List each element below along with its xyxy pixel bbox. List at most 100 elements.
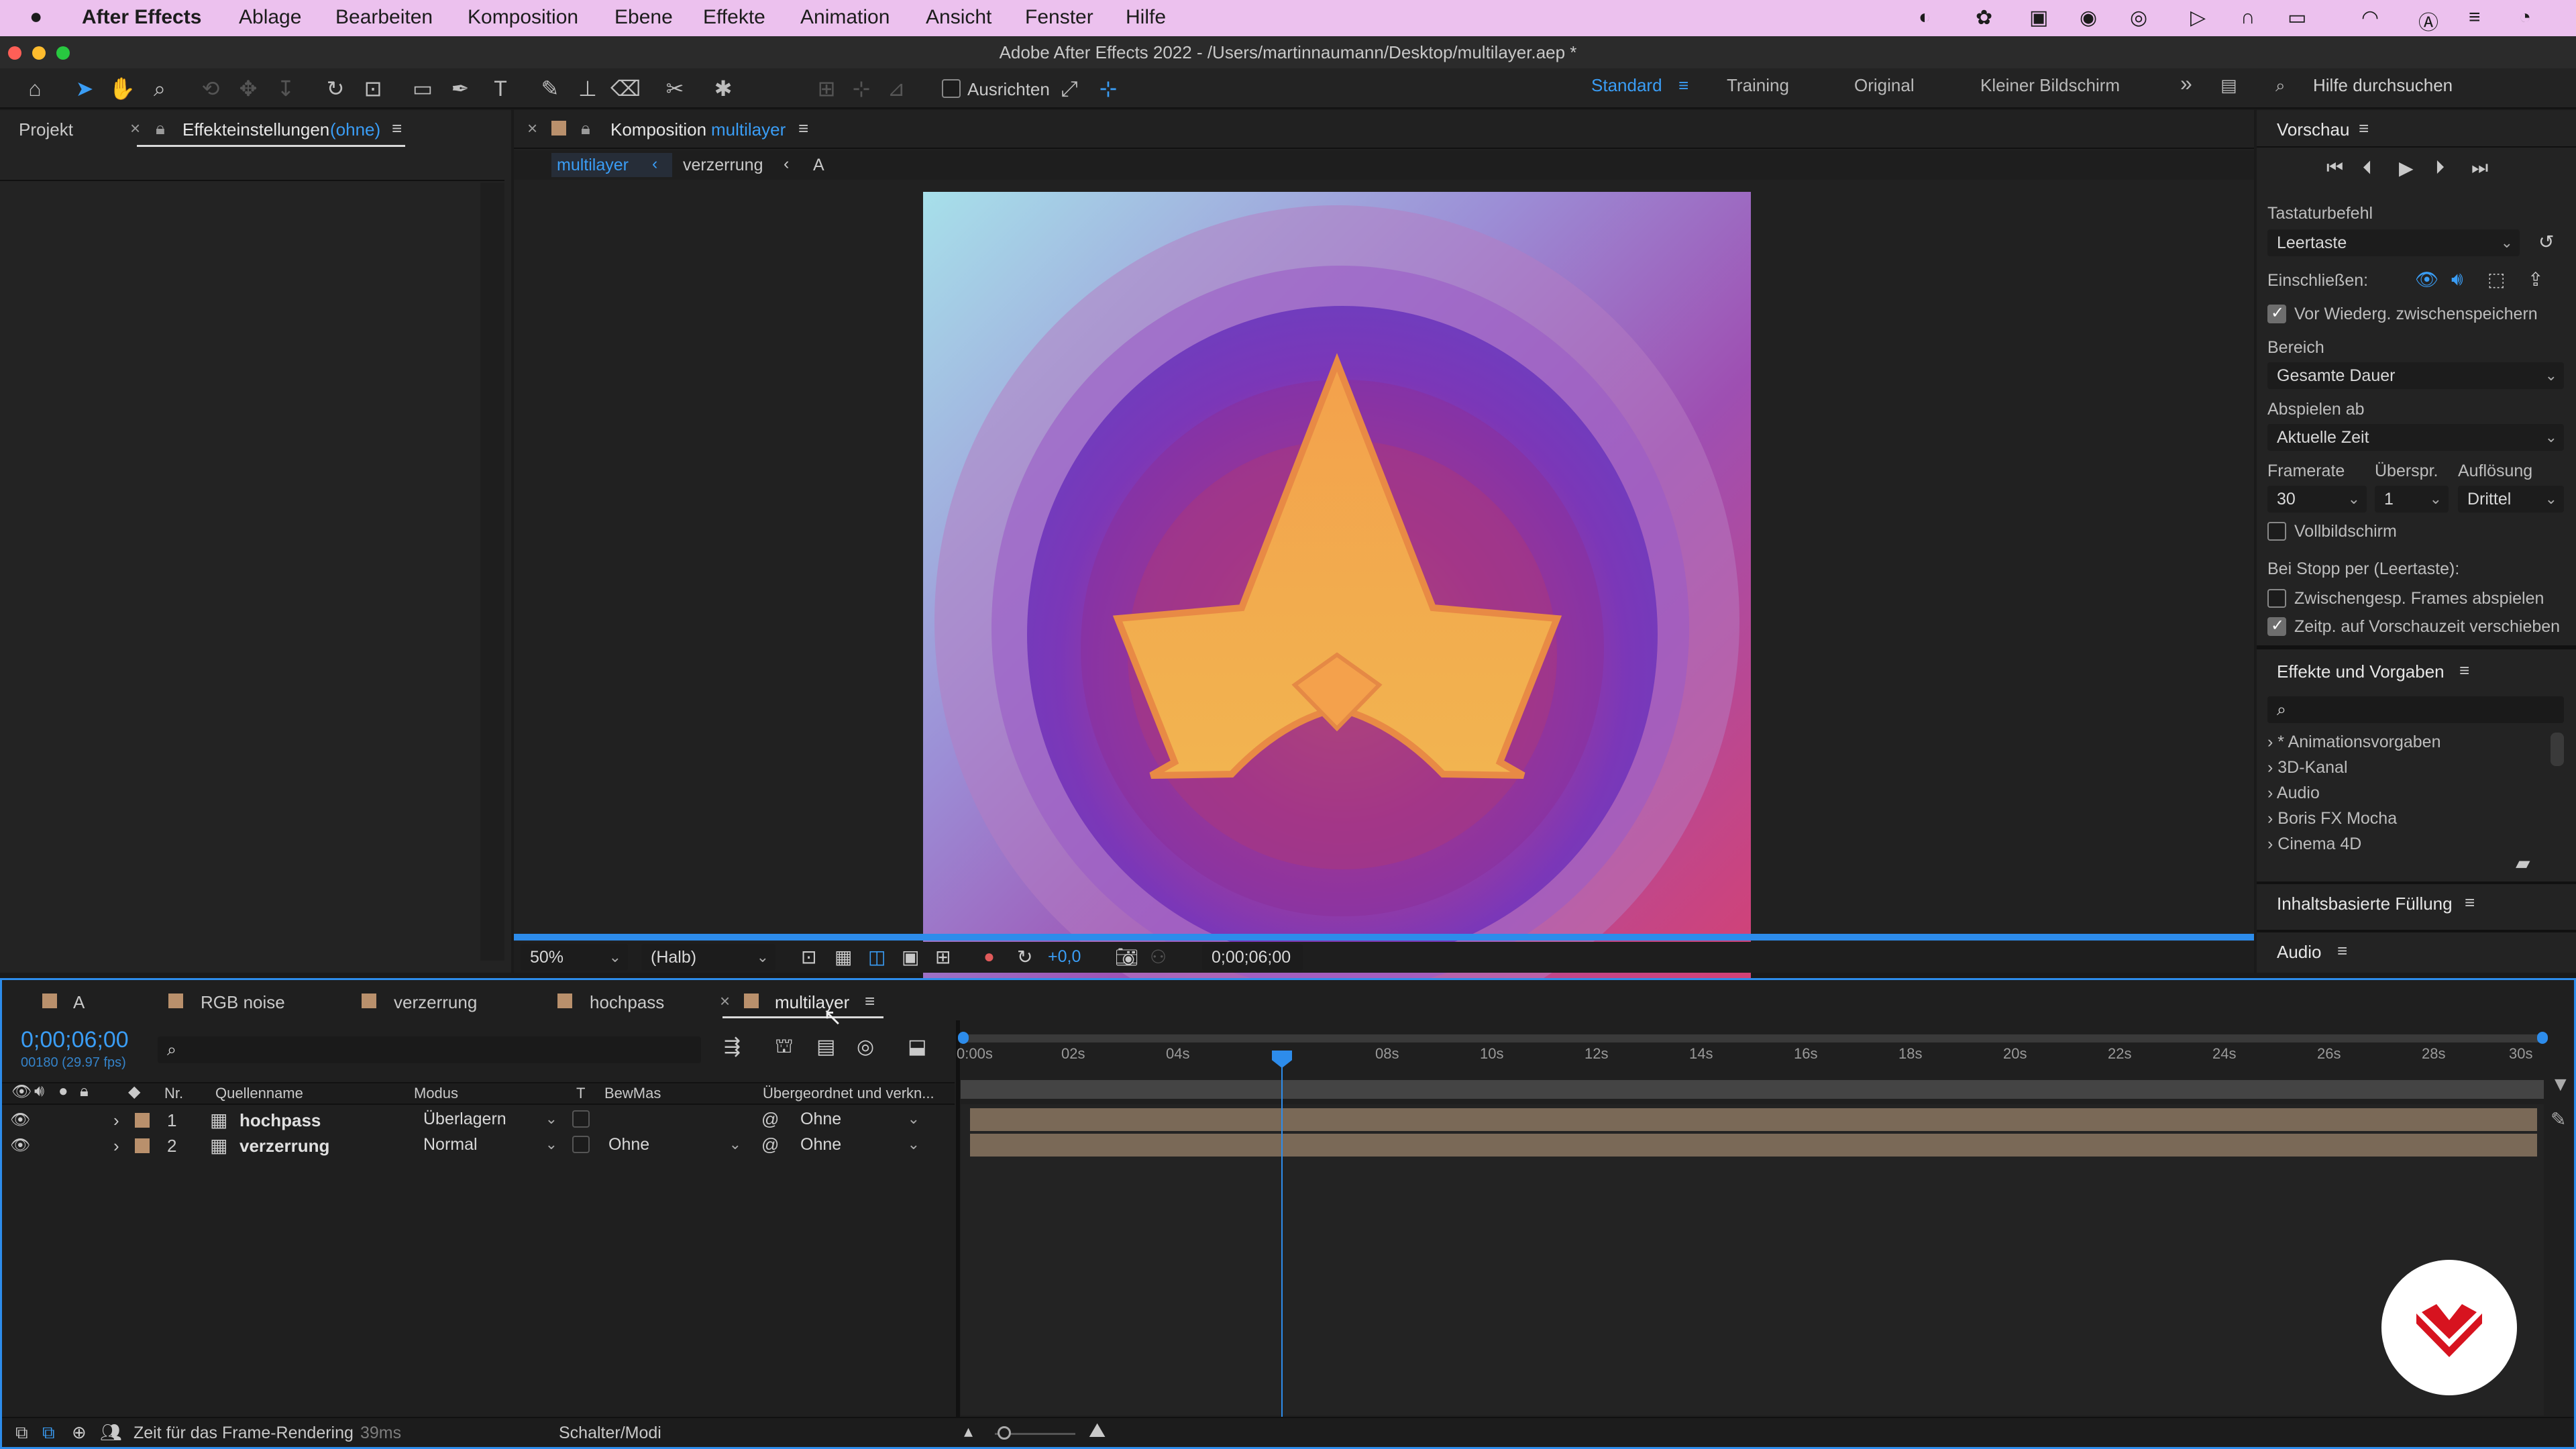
visibility-eye-icon[interactable]: 👁︎ <box>10 1136 30 1155</box>
resolution-preview-dropdown[interactable]: Drittel ⌄ <box>2458 486 2564 513</box>
work-area-end-handle[interactable] <box>2537 1032 2548 1044</box>
previous-frame-icon[interactable]: ⏴ <box>2363 157 2372 179</box>
reset-shortcut-icon[interactable]: ↺ <box>2538 231 2554 253</box>
panel-layout-icon[interactable]: ▤ <box>2220 75 2237 96</box>
workspace-training[interactable]: Training <box>1727 75 1789 96</box>
hand-tool-icon[interactable]: ✋ <box>107 74 137 103</box>
shortcut-dropdown[interactable]: Leertaste ⌄ <box>2267 229 2520 256</box>
apple-icon[interactable]: ● <box>30 4 42 29</box>
lock-icon[interactable]: 🔒︎ <box>156 118 165 140</box>
menu-item-ebene[interactable]: Ebene <box>614 6 673 29</box>
audio-panel-title[interactable]: Audio <box>2277 942 2322 963</box>
comp-tab-name[interactable]: multilayer <box>711 119 786 140</box>
layer-label-swatch[interactable] <box>135 1113 150 1128</box>
preview-panel-menu-icon[interactable]: ≡ <box>2359 118 2369 139</box>
table-row[interactable]: 👁︎ › 1 ▦ hochpass Überlagern ⌄ @ Ohne ⌄ <box>2 1108 961 1133</box>
align-checkbox[interactable] <box>942 79 961 98</box>
include-video-icon[interactable]: 👁︎ <box>2415 268 2439 290</box>
zoom-tool-icon[interactable]: ⌕ <box>145 74 174 103</box>
breadcrumb-multilayer[interactable]: multilayer <box>557 156 629 175</box>
snap-icon[interactable]: ⤢ <box>1055 74 1084 103</box>
audio-panel-menu-icon[interactable]: ≡ <box>2337 941 2347 961</box>
color-channels-icon[interactable]: ● <box>983 946 995 967</box>
playhead-line[interactable] <box>1281 1064 1283 1419</box>
column-source-name[interactable]: Quellenname <box>215 1085 303 1102</box>
workspace-standard[interactable]: Standard <box>1591 75 1662 96</box>
effects-item-cinema4d[interactable]: › Cinema 4D <box>2267 835 2361 849</box>
status-icon-creative-cloud[interactable]: ✿ <box>1976 6 1992 30</box>
help-search-icon[interactable]: ⌕ <box>2275 75 2286 97</box>
preserve-transparency-checkbox[interactable] <box>572 1110 590 1128</box>
close-tab-icon[interactable]: × <box>130 118 140 139</box>
timeline-tab-verzerrung[interactable]: verzerrung <box>394 992 477 1013</box>
grid-snap-icon[interactable]: ⊹ <box>1093 74 1123 103</box>
effects-item-boris-fx[interactable]: › Boris FX Mocha <box>2267 809 2397 828</box>
selection-tool-icon[interactable]: ➤ <box>70 74 99 103</box>
battery-icon[interactable]: ▭ <box>2288 6 2306 30</box>
table-row[interactable]: 👁︎ › 2 ▦ verzerrung Normal ⌄ Ohne ⌄ @ Ohne… <box>2 1133 961 1159</box>
last-frame-icon[interactable]: ⏭ <box>2471 157 2488 179</box>
workspace-overflow-icon[interactable]: » <box>2180 71 2192 96</box>
zoom-window-button[interactable] <box>56 46 70 60</box>
minimize-window-button[interactable] <box>32 46 46 60</box>
new-folder-icon[interactable]: ▰ <box>2516 852 2530 874</box>
help-search-input[interactable]: Hilfe durchsuchen <box>2313 75 2453 96</box>
shy-layers-icon[interactable]: ⛫ <box>775 1035 794 1061</box>
dolly-tool-icon[interactable]: ↧ <box>271 74 301 103</box>
snapshot-icon[interactable]: 📷︎ <box>1115 946 1139 968</box>
snap-options-icon-3[interactable]: ⊿ <box>881 74 911 103</box>
menu-app-name[interactable]: After Effects <box>82 6 201 29</box>
expand-chevron-icon[interactable]: › <box>113 1136 119 1157</box>
type-tool-icon[interactable]: T <box>486 74 515 103</box>
fullscreen-checkbox[interactable] <box>2267 522 2286 541</box>
work-area-start-handle[interactable] <box>958 1032 969 1044</box>
zoom-in-icon[interactable]: ⛰ <box>1089 1419 1106 1442</box>
transparency-grid-icon[interactable]: ▦ <box>835 946 852 968</box>
layer-name[interactable]: hochpass <box>239 1110 321 1131</box>
close-timeline-tab-icon[interactable]: × <box>720 991 730 1012</box>
rectangle-tool-icon[interactable]: ▭ <box>408 74 437 103</box>
stamp-tool-icon[interactable]: ⊥ <box>573 74 602 103</box>
zoom-dropdown[interactable]: 50% ⌄ <box>521 944 628 971</box>
comp-marker-icon[interactable]: ▼ <box>2551 1073 2571 1096</box>
effects-item-3d-channel[interactable]: › 3D-Kanal <box>2267 758 2348 777</box>
exposure-value[interactable]: +0,0 <box>1048 947 1081 967</box>
current-time-field[interactable]: 0;00;06;00 <box>1202 944 1303 971</box>
brush-tool-icon[interactable]: ✎ <box>535 74 565 103</box>
first-frame-icon[interactable]: ⏮ <box>2326 157 2343 179</box>
layer-search-input[interactable]: ⌕ <box>158 1036 701 1063</box>
timeline-tab-a[interactable]: A <box>73 992 85 1013</box>
comp-tab-prefix[interactable]: Komposition <box>610 119 706 140</box>
region-of-interest-icon[interactable]: ▣ <box>902 946 919 968</box>
timeline-tab-rgb-noise[interactable]: RGB noise <box>201 992 285 1013</box>
status-icon-g[interactable]: ◉ <box>2080 6 2097 30</box>
comp-flowchart-icon[interactable]: ⇶ <box>724 1035 741 1059</box>
preserve-transparency-checkbox[interactable] <box>572 1136 590 1153</box>
reset-exposure-icon[interactable]: ↻ <box>1017 946 1032 968</box>
panel-menu-icon[interactable]: ≡ <box>392 118 402 139</box>
cache-before-playback-checkbox[interactable] <box>2267 303 2286 323</box>
close-comp-tab-icon[interactable]: × <box>527 118 537 139</box>
frame-blending-icon[interactable]: ▤ <box>816 1035 835 1059</box>
comp-lock-icon[interactable]: 🔒︎ <box>581 118 590 140</box>
menu-item-ablage[interactable]: Ablage <box>239 6 301 29</box>
puppet-tool-icon[interactable]: ✱ <box>708 74 738 103</box>
range-dropdown[interactable]: Gesamte Dauer ⌄ <box>2267 362 2564 389</box>
time-ruler-bar[interactable] <box>961 1080 2544 1099</box>
switches-modes-toggle[interactable]: Schalter/Modi <box>559 1424 661 1443</box>
move-time-checkbox[interactable] <box>2267 616 2286 636</box>
effects-search-input[interactable]: ⌕ <box>2267 696 2564 723</box>
menu-item-hilfe[interactable]: Hilfe <box>1126 6 1166 29</box>
play-cached-frames-checkbox[interactable] <box>2267 589 2286 608</box>
transfer-controls-icon[interactable]: ⧉ <box>42 1422 55 1444</box>
panel-scrollbar[interactable] <box>480 182 504 961</box>
clock-icon[interactable]: ◔ <box>2519 6 2531 29</box>
effects-scrollbar[interactable] <box>2551 733 2564 766</box>
rotate-tool-icon[interactable]: ↻ <box>321 74 350 103</box>
menu-item-fenster[interactable]: Fenster <box>1025 6 1093 29</box>
play-icon[interactable]: ▶ <box>2399 157 2414 179</box>
content-fill-title[interactable]: Inhaltsbasierte Füllung <box>2277 894 2453 914</box>
show-snapshot-icon[interactable]: ⚇ <box>1150 946 1167 968</box>
zoom-out-icon[interactable]: ▴ <box>964 1421 973 1442</box>
fast-previews-icon[interactable]: ⊡ <box>801 946 816 968</box>
